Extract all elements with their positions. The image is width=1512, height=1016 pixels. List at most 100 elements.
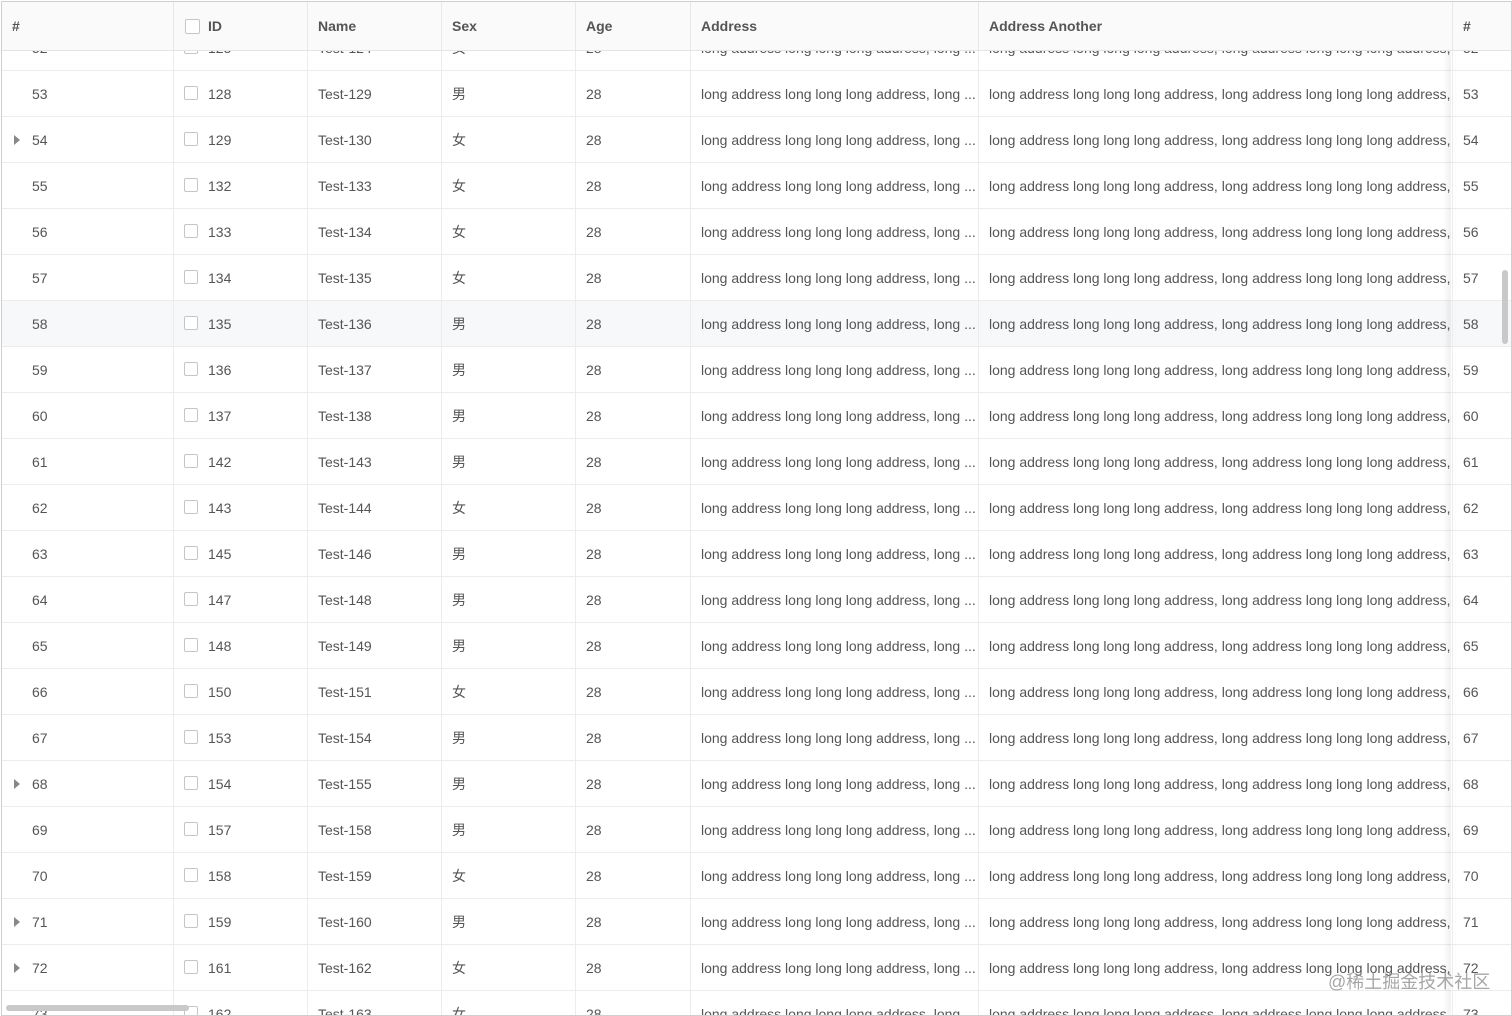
table-row[interactable]: 61 142 Test-143 男 28 long address long long l… [2, 439, 1511, 485]
row-checkbox[interactable] [184, 362, 198, 376]
table-row[interactable]: 70 158 Test-159 女 28 long address long long l… [2, 853, 1511, 899]
cell-address: long address long long long address, lon… [691, 347, 979, 393]
cell-hash: 67 [1463, 730, 1479, 746]
table-row[interactable]: 59 136 Test-137 男 28 long address long long l… [2, 347, 1511, 393]
row-checkbox[interactable] [184, 822, 198, 836]
table-row[interactable]: 54 129 Test-130 女 28 long address long long l… [2, 117, 1511, 163]
row-checkbox[interactable] [184, 592, 198, 606]
cell-hash: 56 [1463, 224, 1479, 240]
cell-sex: 男 [442, 577, 576, 623]
cell-name: Test-151 [308, 669, 442, 715]
table-row[interactable]: 72 161 Test-162 女 28 long address long long l… [2, 945, 1511, 991]
table-row[interactable]: 62 143 Test-144 女 28 long address long long l… [2, 485, 1511, 531]
cell-name: Test-149 [308, 623, 442, 669]
horizontal-scrollbar-thumb[interactable] [6, 1005, 189, 1011]
table-row[interactable]: 53 128 Test-129 男 28 long address long long l… [2, 71, 1511, 117]
expand-caret-icon[interactable] [14, 963, 20, 973]
header-id-label: ID [208, 18, 222, 34]
cell-name: Test-130 [308, 117, 442, 163]
row-checkbox[interactable] [184, 224, 198, 238]
cell-sex: 女 [442, 117, 576, 163]
cell-sex: 男 [442, 807, 576, 853]
row-checkbox[interactable] [184, 960, 198, 974]
row-checkbox[interactable] [184, 638, 198, 652]
cell-index: 54 [2, 117, 174, 163]
table-row[interactable]: 71 159 Test-160 男 28 long address long long l… [2, 899, 1511, 945]
cell-name: Test-163 [308, 991, 442, 1015]
cell-index-value: 71 [32, 914, 48, 930]
cell-address: long address long long long address, lon… [691, 807, 979, 853]
table-row[interactable]: 64 147 Test-148 男 28 long address long long l… [2, 577, 1511, 623]
table-row[interactable]: 67 153 Test-154 男 28 long address long long l… [2, 715, 1511, 761]
cell-address-another: long address long long long address, lon… [979, 163, 1453, 209]
cell-address-another: long address long long long address, lon… [979, 577, 1453, 623]
table-row[interactable]: 56 133 Test-134 女 28 long address long long l… [2, 209, 1511, 255]
cell-id-value: 153 [208, 730, 232, 746]
cell-index: 69 [2, 807, 174, 853]
row-checkbox[interactable] [184, 316, 198, 330]
header-id[interactable]: ID [174, 2, 308, 50]
table-row[interactable]: 55 132 Test-133 女 28 long address long long l… [2, 163, 1511, 209]
cell-address-another: long address long long long address, lon… [979, 531, 1453, 577]
cell-id-value: 129 [208, 132, 232, 148]
cell-age: 28 [576, 347, 691, 393]
cell-age: 28 [576, 577, 691, 623]
row-checkbox[interactable] [184, 684, 198, 698]
cell-id: 153 [174, 715, 308, 761]
cell-id: 158 [174, 853, 308, 899]
expand-caret-icon[interactable] [14, 135, 20, 145]
cell-index: 53 [2, 71, 174, 117]
cell-name: Test-158 [308, 807, 442, 853]
table-row[interactable]: 66 150 Test-151 女 28 long address long long l… [2, 669, 1511, 715]
row-checkbox[interactable] [184, 500, 198, 514]
cell-index-value: 67 [32, 730, 48, 746]
cell-address-another: long address long long long address, lon… [979, 255, 1453, 301]
vertical-scrollbar-thumb[interactable] [1502, 270, 1508, 344]
cell-id-value: 162 [208, 1006, 232, 1016]
cell-age: 28 [576, 301, 691, 347]
cell-index: 70 [2, 853, 174, 899]
cell-address: long address long long long address, lon… [691, 393, 979, 439]
header-index: # [2, 2, 174, 50]
cell-address: long address long long long address, lon… [691, 163, 979, 209]
row-checkbox[interactable] [184, 408, 198, 422]
cell-age: 28 [576, 761, 691, 807]
cell-name: Test-133 [308, 163, 442, 209]
row-checkbox[interactable] [184, 776, 198, 790]
cell-id: 128 [174, 71, 308, 117]
cell-hash: 65 [1463, 638, 1479, 654]
cell-address-another: long address long long long address, lon… [979, 991, 1453, 1015]
cell-index-value: 68 [32, 776, 48, 792]
row-checkbox[interactable] [184, 270, 198, 284]
table-row[interactable]: 68 154 Test-155 男 28 long address long long l… [2, 761, 1511, 807]
row-checkbox[interactable] [184, 178, 198, 192]
row-checkbox[interactable] [184, 132, 198, 146]
cell-name: Test-136 [308, 301, 442, 347]
table-row[interactable]: 69 157 Test-158 男 28 long address long long l… [2, 807, 1511, 853]
row-checkbox[interactable] [184, 868, 198, 882]
select-all-checkbox[interactable] [185, 19, 200, 34]
row-checkbox[interactable] [184, 914, 198, 928]
cell-sex: 女 [442, 669, 576, 715]
expand-caret-icon[interactable] [14, 917, 20, 927]
cell-name: Test-135 [308, 255, 442, 301]
expand-caret-icon[interactable] [14, 779, 20, 789]
table-row[interactable]: 58 135 Test-136 男 28 long address long long l… [2, 301, 1511, 347]
cell-index: 55 [2, 163, 174, 209]
table-row[interactable]: 65 148 Test-149 男 28 long address long long l… [2, 623, 1511, 669]
cell-index-value: 66 [32, 684, 48, 700]
table-row[interactable]: 57 134 Test-135 女 28 long address long long l… [2, 255, 1511, 301]
row-checkbox[interactable] [184, 730, 198, 744]
table-row[interactable]: 73 162 Test-163 女 28 long address long long l… [2, 991, 1511, 1016]
row-checkbox[interactable] [184, 86, 198, 100]
cell-index-value: 70 [32, 868, 48, 884]
table-row[interactable]: 63 145 Test-146 男 28 long address long long l… [2, 531, 1511, 577]
cell-id-value: 148 [208, 638, 232, 654]
cell-id: 132 [174, 163, 308, 209]
table-row[interactable]: 60 137 Test-138 男 28 long address long long l… [2, 393, 1511, 439]
row-checkbox[interactable] [184, 454, 198, 468]
cell-hash: 61 [1463, 454, 1479, 470]
cell-hash: 70 [1463, 868, 1479, 884]
cell-address: long address long long long address, lon… [691, 761, 979, 807]
row-checkbox[interactable] [184, 546, 198, 560]
